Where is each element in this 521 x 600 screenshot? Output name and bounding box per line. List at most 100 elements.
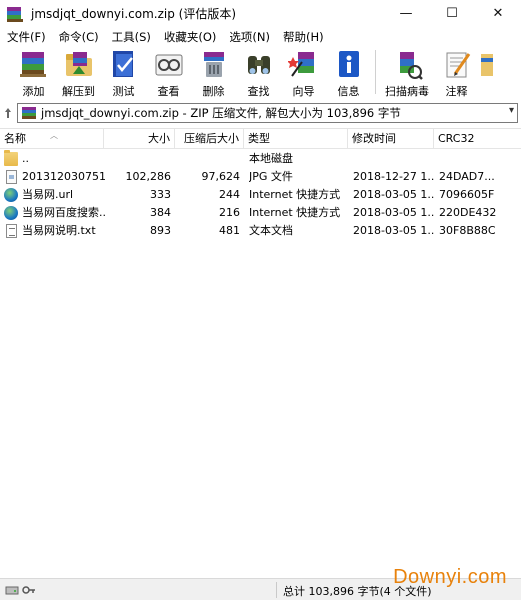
table-row[interactable]: 当易网说明.txt 893 481 文本文档 2018-03-05 1... 3… bbox=[0, 222, 521, 240]
more-tools-icon bbox=[479, 48, 493, 80]
table-row[interactable]: 当易网百度搜索... 384 216 Internet 快捷方式 2018-03… bbox=[0, 204, 521, 222]
find-button[interactable]: 查找 bbox=[236, 46, 281, 98]
jpg-file-icon bbox=[6, 170, 17, 184]
view-button[interactable]: 查看 bbox=[146, 46, 191, 98]
view-icon bbox=[153, 48, 185, 80]
file-name: 当易网.url bbox=[22, 188, 74, 201]
wizard-button[interactable]: 向导 bbox=[281, 46, 326, 98]
table-row[interactable]: .. 本地磁盘 bbox=[0, 150, 521, 168]
file-modified: 2018-03-05 1... bbox=[353, 188, 435, 201]
close-button[interactable]: ✕ bbox=[475, 0, 521, 27]
comment-icon bbox=[441, 48, 473, 80]
extract-to-icon bbox=[63, 48, 95, 80]
column-header-type[interactable]: 类型 bbox=[244, 129, 348, 149]
maximize-icon: ☐ bbox=[446, 6, 458, 21]
minimize-icon: — bbox=[399, 6, 413, 21]
more-tools-button[interactable] bbox=[479, 46, 493, 98]
table-row[interactable]: 当易网.url 333 244 Internet 快捷方式 2018-03-05… bbox=[0, 186, 521, 204]
window-title: jmsdjqt_downyi.com.zip (评估版本) bbox=[31, 7, 237, 21]
chevron-down-icon[interactable]: ▾ bbox=[509, 105, 514, 116]
menu-bar: 文件(F) 命令(C) 工具(S) 收藏夹(O) 选项(N) 帮助(H) bbox=[0, 27, 521, 46]
menu-help[interactable]: 帮助(H) bbox=[276, 29, 330, 45]
file-size: 102,286 bbox=[125, 170, 172, 183]
file-modified: 2018-12-27 1... bbox=[353, 170, 435, 183]
site-watermark: Downyi.com bbox=[393, 566, 507, 588]
sort-ascending-icon: ︿ bbox=[50, 131, 58, 140]
winrar-app-icon bbox=[7, 6, 23, 22]
file-list: 名称 ︿ 大小 压缩后大小 类型 修改时间 CRC32 .. 本地磁盘 2013… bbox=[0, 128, 521, 578]
file-size: 384 bbox=[150, 206, 171, 219]
file-packed-size: 481 bbox=[219, 224, 240, 237]
toolbar: 添加 解压到 测试 查看 删除 查找 向导 信息 扫描病毒 注释 bbox=[0, 46, 521, 98]
delete-label: 删除 bbox=[202, 85, 225, 98]
title-bar: jmsdjqt_downyi.com.zip (评估版本) — ☐ ✕ bbox=[0, 0, 521, 27]
file-type: Internet 快捷方式 bbox=[249, 188, 341, 201]
key-icon[interactable] bbox=[22, 584, 36, 596]
file-size: 333 bbox=[150, 188, 171, 201]
wizard-label: 向导 bbox=[292, 85, 315, 98]
menu-options[interactable]: 选项(N) bbox=[222, 29, 276, 45]
info-button[interactable]: 信息 bbox=[326, 46, 371, 98]
column-header-size-label: 大小 bbox=[148, 132, 170, 145]
up-folder-button[interactable] bbox=[0, 102, 16, 124]
view-label: 查看 bbox=[157, 85, 180, 98]
column-header-packed[interactable]: 压缩后大小 bbox=[175, 129, 244, 149]
column-header-modified-label: 修改时间 bbox=[352, 132, 396, 145]
add-icon bbox=[18, 48, 50, 80]
close-icon: ✕ bbox=[492, 6, 504, 21]
file-crc: 220DE432 bbox=[439, 206, 497, 219]
file-name: 当易网说明.txt bbox=[22, 224, 96, 237]
file-modified: 2018-03-05 1... bbox=[353, 206, 435, 219]
file-packed-size: 244 bbox=[219, 188, 240, 201]
file-name: .. bbox=[22, 152, 29, 165]
archive-path-text: jmsdjqt_downyi.com.zip - ZIP 压缩文件, 解包大小为… bbox=[41, 106, 401, 120]
menu-file[interactable]: 文件(F) bbox=[0, 29, 52, 45]
drive-icon[interactable] bbox=[5, 584, 19, 596]
file-crc: 7096605F bbox=[439, 188, 495, 201]
virus-scan-label: 扫描病毒 bbox=[385, 85, 429, 98]
up-arrow-icon bbox=[5, 108, 11, 118]
archive-path-box[interactable]: jmsdjqt_downyi.com.zip - ZIP 压缩文件, 解包大小为… bbox=[17, 103, 518, 123]
file-name: 201312030751... bbox=[22, 170, 106, 183]
column-header-name[interactable]: 名称 ︿ bbox=[0, 129, 104, 149]
column-header-crc-label: CRC32 bbox=[438, 132, 475, 145]
column-header-name-label: 名称 bbox=[4, 132, 26, 145]
minimize-button[interactable]: — bbox=[383, 0, 429, 27]
extract-to-button[interactable]: 解压到 bbox=[56, 46, 101, 98]
address-bar: jmsdjqt_downyi.com.zip - ZIP 压缩文件, 解包大小为… bbox=[0, 98, 521, 128]
maximize-button[interactable]: ☐ bbox=[429, 0, 475, 27]
info-label: 信息 bbox=[337, 85, 360, 98]
file-name: 当易网百度搜索... bbox=[22, 206, 106, 219]
menu-favorites[interactable]: 收藏夹(O) bbox=[157, 29, 223, 45]
column-header-size[interactable]: 大小 bbox=[104, 129, 175, 149]
add-button[interactable]: 添加 bbox=[11, 46, 56, 98]
file-type: 文本文档 bbox=[249, 224, 293, 237]
column-header-modified[interactable]: 修改时间 bbox=[348, 129, 434, 149]
delete-button[interactable]: 删除 bbox=[191, 46, 236, 98]
comment-button[interactable]: 注释 bbox=[434, 46, 479, 98]
test-button[interactable]: 测试 bbox=[101, 46, 146, 98]
status-separator bbox=[276, 582, 277, 598]
file-packed-size: 216 bbox=[219, 206, 240, 219]
file-crc: 24DAD7... bbox=[439, 170, 495, 183]
column-header-crc[interactable]: CRC32 bbox=[434, 129, 521, 149]
file-size bbox=[104, 150, 171, 168]
toolbar-separator bbox=[375, 50, 376, 94]
info-icon bbox=[333, 48, 365, 80]
menu-tools[interactable]: 工具(S) bbox=[105, 29, 157, 45]
find-label: 查找 bbox=[247, 85, 270, 98]
virus-scan-button[interactable]: 扫描病毒 bbox=[380, 46, 434, 98]
text-file-icon bbox=[6, 224, 17, 238]
virus-scan-icon bbox=[391, 48, 423, 80]
file-crc bbox=[439, 150, 519, 168]
column-header-type-label: 类型 bbox=[248, 132, 270, 145]
file-type: JPG 文件 bbox=[249, 170, 293, 183]
comment-label: 注释 bbox=[445, 85, 468, 98]
file-packed-size: 97,624 bbox=[201, 170, 241, 183]
table-row[interactable]: 201312030751... 102,286 97,624 JPG 文件 20… bbox=[0, 168, 521, 186]
menu-commands[interactable]: 命令(C) bbox=[52, 29, 105, 45]
url-file-icon bbox=[4, 206, 18, 220]
folder-icon bbox=[4, 150, 18, 166]
file-modified bbox=[353, 150, 435, 168]
file-type: Internet 快捷方式 bbox=[249, 206, 341, 219]
